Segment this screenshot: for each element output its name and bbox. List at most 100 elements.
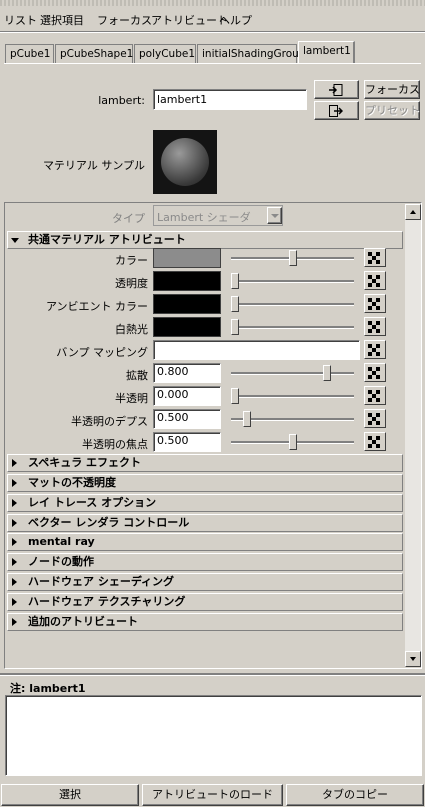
tab-lambert1[interactable]: lambert1 — [298, 41, 355, 64]
slider-thumb[interactable] — [231, 319, 239, 335]
expand-right-icon — [12, 578, 17, 586]
translucence-focus-map-button[interactable] — [364, 432, 386, 451]
translucence-depth-map-button[interactable] — [364, 409, 386, 428]
chevron-down-icon — [271, 214, 279, 218]
checker-icon-square — [376, 413, 380, 417]
section-matte-opacity[interactable]: マットの不透明度 — [7, 474, 403, 492]
scroll-up-button[interactable] — [405, 204, 421, 220]
material-sample-swatch — [153, 130, 217, 194]
expand-right-icon — [12, 598, 17, 606]
translucence-focus-slider[interactable] — [231, 434, 354, 450]
menu-bar: リスト 選択項目 フォーカス アトリビュート ヘルプ — [0, 8, 425, 30]
translucence-map-button[interactable] — [364, 386, 386, 405]
window-grip[interactable] — [0, 0, 425, 6]
incandescence-slider[interactable] — [231, 319, 354, 335]
transparency-map-button[interactable] — [364, 271, 386, 290]
checker-icon-square — [376, 344, 380, 348]
translucence-depth-slider[interactable] — [231, 411, 354, 427]
focus-input-button[interactable] — [314, 80, 359, 99]
transparency-slider[interactable] — [231, 273, 354, 289]
type-dropdown[interactable]: Lambert シェーダ — [153, 205, 283, 226]
notes-divider — [0, 673, 425, 676]
notes-label: 注: — [10, 682, 26, 695]
section-hardware-texturing[interactable]: ハードウェア テクスチャリング — [7, 593, 403, 611]
slider-thumb[interactable] — [231, 296, 239, 312]
translucence-field[interactable]: 0.000 — [153, 386, 221, 406]
translucence-slider[interactable] — [231, 388, 354, 404]
bump-mapping-field[interactable] — [153, 340, 360, 360]
section-title: ハードウェア シェーディング — [28, 575, 175, 588]
translucence-depth-field[interactable]: 0.500 — [153, 409, 221, 429]
menu-selection[interactable]: 選択項目 — [40, 12, 84, 28]
section-mental-ray[interactable]: mental ray — [7, 533, 403, 551]
expand-right-icon — [12, 618, 17, 626]
focus-button[interactable]: フォーカス — [364, 80, 420, 99]
menu-help[interactable]: ヘルプ — [219, 12, 252, 28]
section-title: スペキュラ エフェクト — [28, 456, 142, 469]
incandescence-map-button[interactable] — [364, 317, 386, 336]
diffuse-field[interactable]: 0.800 — [153, 363, 221, 383]
load-attributes-button[interactable]: アトリビュートのロード — [142, 784, 283, 806]
presets-button[interactable]: プリセット — [364, 101, 420, 120]
section-hardware-shading[interactable]: ハードウェア シェーディング — [7, 573, 403, 591]
ambient-color-map-button[interactable] — [364, 294, 386, 313]
checker-icon-square — [376, 398, 380, 402]
section-extra-attributes[interactable]: 追加のアトリビュート — [7, 613, 403, 631]
notes-node-name: lambert1 — [29, 682, 86, 695]
tab-initialshadinggroup[interactable]: initialShadingGroup — [197, 44, 306, 63]
ambient-color-slider[interactable] — [231, 296, 354, 312]
tab-pcube1[interactable]: pCube1 — [5, 44, 54, 63]
scroll-down-button[interactable] — [405, 651, 421, 667]
ambient-color-swatch[interactable] — [153, 294, 221, 314]
color-slider[interactable] — [231, 250, 354, 266]
focus-input-icon — [329, 84, 343, 96]
slider-thumb[interactable] — [289, 434, 297, 450]
type-dropdown-button[interactable] — [267, 207, 282, 224]
notes-textarea[interactable] — [5, 695, 422, 776]
node-name-field[interactable]: lambert1 — [153, 89, 307, 110]
checker-icon-square — [368, 329, 372, 333]
translucence-focus-field[interactable]: 0.500 — [153, 432, 221, 452]
diffuse-label: 拡散 — [126, 369, 148, 382]
diffuse-slider[interactable] — [231, 365, 354, 381]
slider-thumb[interactable] — [231, 388, 239, 404]
expand-right-icon — [12, 459, 17, 467]
slider-thumb[interactable] — [231, 273, 239, 289]
section-title: ノードの動作 — [28, 555, 94, 568]
tab-pcubeshape1[interactable]: pCubeShape1 — [55, 44, 133, 63]
select-button[interactable]: 選択 — [1, 784, 139, 806]
incandescence-swatch[interactable] — [153, 317, 221, 337]
transparency-swatch[interactable] — [153, 271, 221, 291]
scroll-down-icon — [410, 657, 416, 661]
expand-right-icon — [12, 479, 17, 487]
menu-list[interactable]: リスト — [4, 12, 37, 28]
slider-thumb[interactable] — [323, 365, 331, 381]
diffuse-map-button[interactable] — [364, 363, 386, 382]
section-specular-effects[interactable]: スペキュラ エフェクト — [7, 454, 403, 472]
menu-focus[interactable]: フォーカス — [97, 12, 152, 28]
scrollbar-track[interactable] — [405, 204, 421, 667]
checker-icon-square — [376, 436, 380, 440]
notes-header: 注: lambert1 — [10, 680, 86, 696]
lambert-label: lambert: — [98, 94, 145, 107]
color-map-button[interactable] — [364, 248, 386, 267]
section-node-behavior[interactable]: ノードの動作 — [7, 553, 403, 571]
translucence-label: 半透明 — [115, 392, 148, 405]
slider-thumb[interactable] — [243, 411, 251, 427]
expand-right-icon — [12, 558, 17, 566]
section-vector-renderer[interactable]: ベクター レンダラ コントロール — [7, 514, 403, 532]
slider-thumb[interactable] — [289, 250, 297, 266]
copy-tab-button[interactable]: タブのコピー — [286, 784, 424, 806]
section-common-material[interactable]: 共通マテリアル アトリビュート — [7, 231, 403, 249]
bump-mapping-map-button[interactable] — [364, 340, 386, 359]
section-raytrace-options[interactable]: レイ トレース オプション — [7, 494, 403, 512]
tab-polycube1[interactable]: polyCube1 — [134, 44, 196, 63]
section-title: マットの不透明度 — [28, 476, 116, 489]
focus-output-button[interactable] — [314, 101, 359, 120]
focus-output-icon — [329, 105, 343, 117]
color-swatch[interactable] — [153, 248, 221, 268]
menu-attributes[interactable]: アトリビュート — [151, 12, 228, 28]
checker-icon-square — [376, 367, 380, 371]
checker-icon-square — [376, 352, 380, 356]
checker-icon-square — [376, 260, 380, 264]
